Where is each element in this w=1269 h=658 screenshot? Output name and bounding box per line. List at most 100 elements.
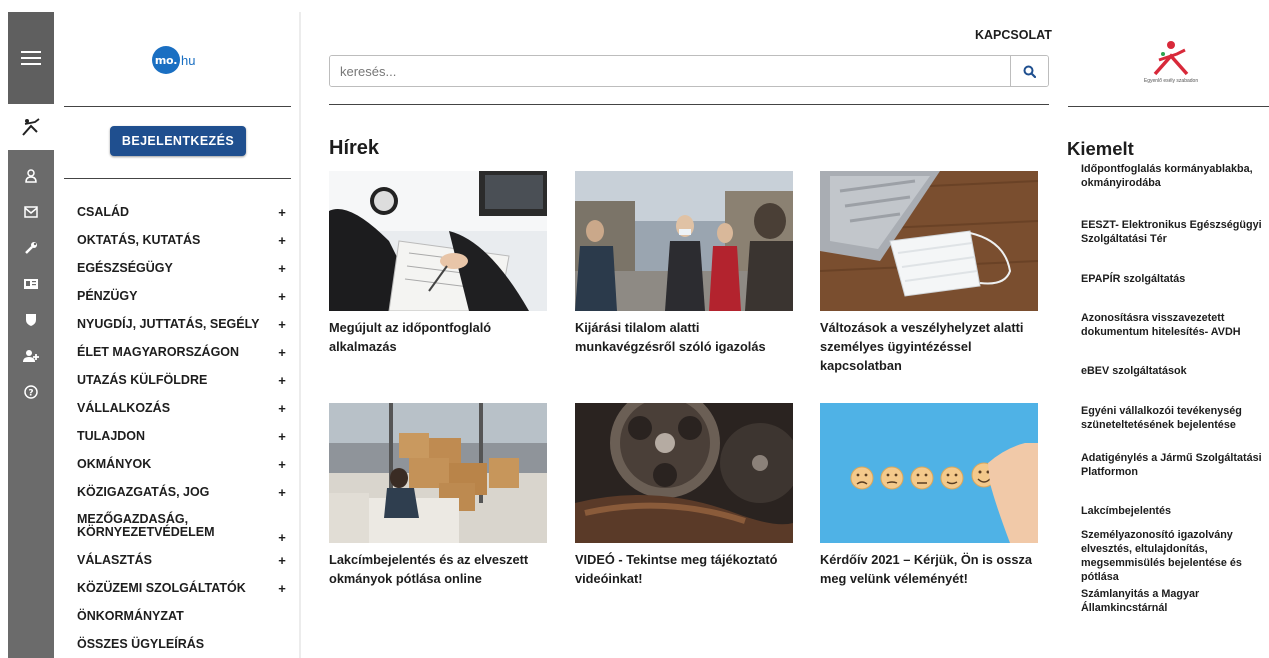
news-caption[interactable]: Kérdőív 2021 – Kérjük, Ön is ossza meg v… xyxy=(820,550,1038,588)
divider xyxy=(64,178,291,179)
calendar-writing-photo[interactable] xyxy=(329,171,547,311)
category-label: TULAJDON xyxy=(77,429,146,443)
category-item[interactable]: EGÉSZSÉGÜGY + xyxy=(77,254,287,282)
divider xyxy=(1068,106,1269,107)
category-item[interactable]: ÖNKORMÁNYZAT xyxy=(77,602,287,630)
category-item[interactable]: OKMÁNYOK + xyxy=(77,450,287,478)
news-card[interactable]: Megújult az időpontfoglaló alkalmazás xyxy=(329,171,547,356)
expand-icon[interactable]: + xyxy=(277,373,287,388)
contact-link[interactable]: KAPCSOLAT xyxy=(975,28,1052,42)
category-item[interactable]: VÁLASZTÁS + xyxy=(77,546,287,574)
settings-button[interactable] xyxy=(8,230,54,266)
news-caption[interactable]: VIDEÓ - Tekintse meg tájékoztató videóin… xyxy=(575,550,793,588)
logo-bubble: mo. xyxy=(152,46,180,74)
expand-icon[interactable]: + xyxy=(277,345,287,360)
category-label: CSALÁD xyxy=(77,205,130,219)
featured-link[interactable]: Számlanyitás a Magyar Államkincstárnál xyxy=(1081,587,1267,615)
expand-icon[interactable]: + xyxy=(277,233,287,248)
face-mask-laptop-photo[interactable] xyxy=(820,171,1038,311)
category-label: MEZŐGAZDASÁG, KÖRNYEZETVÉDELEM xyxy=(77,512,215,539)
category-item[interactable]: PÉNZÜGY + xyxy=(77,282,287,310)
accessibility-icon xyxy=(22,118,40,136)
user-icon xyxy=(25,169,37,183)
search-button[interactable] xyxy=(1010,56,1048,86)
id-card-button[interactable] xyxy=(8,266,54,302)
brand-caption: Egyenlő esély szabadon xyxy=(1143,78,1199,84)
expand-icon[interactable]: + xyxy=(277,581,287,596)
news-caption[interactable]: Változások a veszélyhelyzet alatti szemé… xyxy=(820,318,1038,375)
category-list: CSALÁD + OKTATÁS, KUTATÁS + EGÉSZSÉGÜGY + P… xyxy=(77,198,287,658)
equal-opportunity-logo[interactable]: Egyenlő esély szabadon xyxy=(1140,40,1202,92)
equal-opportunity-logo-icon xyxy=(1153,41,1189,76)
category-item[interactable]: TULAJDON + xyxy=(77,422,287,450)
news-card[interactable]: Lakcímbejelentés és az elveszett okmányo… xyxy=(329,403,547,588)
category-label: EGÉSZSÉGÜGY xyxy=(77,261,173,275)
accessibility-button[interactable] xyxy=(8,104,54,150)
mohu-logo[interactable]: mo. hu xyxy=(152,46,195,74)
featured-link[interactable]: Lakcímbejelentés xyxy=(1081,504,1267,518)
news-caption[interactable]: Megújult az időpontfoglaló alkalmazás xyxy=(329,318,547,356)
featured-link[interactable]: Egyéni vállalkozói tevékenység szünetelt… xyxy=(1081,404,1267,432)
sidebar-edge xyxy=(299,12,301,658)
expand-icon[interactable]: + xyxy=(277,457,287,472)
moving-boxes-photo[interactable] xyxy=(329,403,547,543)
featured-link[interactable]: Azonosításra visszavezetett dokumentum h… xyxy=(1081,311,1267,339)
masked-people-street-photo[interactable] xyxy=(575,171,793,311)
expand-icon[interactable]: + xyxy=(277,531,287,544)
category-label: VÁLLALKOZÁS xyxy=(77,401,171,415)
login-button[interactable]: BEJELENTKEZÉS xyxy=(110,126,246,156)
expand-icon[interactable]: + xyxy=(277,205,287,220)
news-caption[interactable]: Kijárási tilalom alatti munkavégzésről s… xyxy=(575,318,793,356)
mail-icon xyxy=(24,206,38,218)
category-item[interactable]: UTAZÁS KÜLFÖLDRE + xyxy=(77,366,287,394)
news-card[interactable]: Változások a veszélyhelyzet alatti szemé… xyxy=(820,171,1038,375)
featured-link[interactable]: EPAPÍR szolgáltatás xyxy=(1081,272,1267,286)
expand-icon[interactable]: + xyxy=(277,553,287,568)
menu-button[interactable] xyxy=(8,12,54,104)
divider xyxy=(64,106,291,107)
search-icon xyxy=(1023,65,1036,78)
featured-link[interactable]: EESZT- Elektronikus Egészségügyi Szolgál… xyxy=(1081,218,1267,246)
film-reel-photo[interactable] xyxy=(575,403,793,543)
expand-icon[interactable]: + xyxy=(277,261,287,276)
news-card[interactable]: Kijárási tilalom alatti munkavégzésről s… xyxy=(575,171,793,356)
add-user-button[interactable] xyxy=(8,338,54,374)
category-item[interactable]: NYUGDÍJ, JUTTATÁS, SEGÉLY + xyxy=(77,310,287,338)
category-item[interactable]: ÖSSZES ÜGYLEÍRÁS xyxy=(77,630,287,658)
category-item[interactable]: MEZŐGAZDASÁG, KÖRNYEZETVÉDELEM + xyxy=(77,506,287,546)
expand-icon[interactable]: + xyxy=(277,317,287,332)
expand-icon[interactable]: + xyxy=(277,289,287,304)
news-card[interactable]: Kérdőív 2021 – Kérjük, Ön is ossza meg v… xyxy=(820,403,1038,588)
category-label: ÖNKORMÁNYZAT xyxy=(77,609,184,623)
news-card[interactable]: VIDEÓ - Tekintse meg tájékoztató videóin… xyxy=(575,403,793,588)
featured-link[interactable]: Időpontfoglalás kormányablakba, okmányir… xyxy=(1081,162,1267,208)
user-button[interactable] xyxy=(8,158,54,194)
svg-text:?: ? xyxy=(28,389,33,399)
news-heading: Hírek xyxy=(329,137,380,159)
divider xyxy=(329,104,1049,105)
expand-icon[interactable]: + xyxy=(277,401,287,416)
help-icon: ? xyxy=(24,385,38,399)
category-item[interactable]: VÁLLALKOZÁS + xyxy=(77,394,287,422)
featured-link[interactable]: Személyazonosító igazolvány elvesztés, e… xyxy=(1081,528,1267,582)
category-item[interactable]: ÉLET MAGYARORSZÁGON + xyxy=(77,338,287,366)
shield-icon xyxy=(26,314,36,326)
news-caption[interactable]: Lakcímbejelentés és az elveszett okmányo… xyxy=(329,550,547,588)
smiley-rating-photo[interactable] xyxy=(820,403,1038,543)
category-label: OKTATÁS, KUTATÁS xyxy=(77,233,201,247)
expand-icon[interactable]: + xyxy=(277,485,287,500)
category-label: OKMÁNYOK xyxy=(77,457,152,471)
shield-button[interactable] xyxy=(8,302,54,338)
mail-button[interactable] xyxy=(8,194,54,230)
search-input[interactable] xyxy=(330,56,1010,86)
category-item[interactable]: KÖZIGAZGATÁS, JOG + xyxy=(77,478,287,506)
category-item[interactable]: CSALÁD + xyxy=(77,198,287,226)
help-button[interactable]: ? xyxy=(8,374,54,410)
id-card-icon xyxy=(24,279,38,289)
category-item[interactable]: KÖZÜZEMI SZOLGÁLTATÓK + xyxy=(77,574,287,602)
featured-link[interactable]: eBEV szolgáltatások xyxy=(1081,364,1267,378)
expand-icon[interactable]: + xyxy=(277,429,287,444)
category-item[interactable]: OKTATÁS, KUTATÁS + xyxy=(77,226,287,254)
featured-link[interactable]: Adatigénylés a Jármű Szolgáltatási Platf… xyxy=(1081,451,1267,479)
category-label: KÖZÜZEMI SZOLGÁLTATÓK xyxy=(77,581,246,595)
